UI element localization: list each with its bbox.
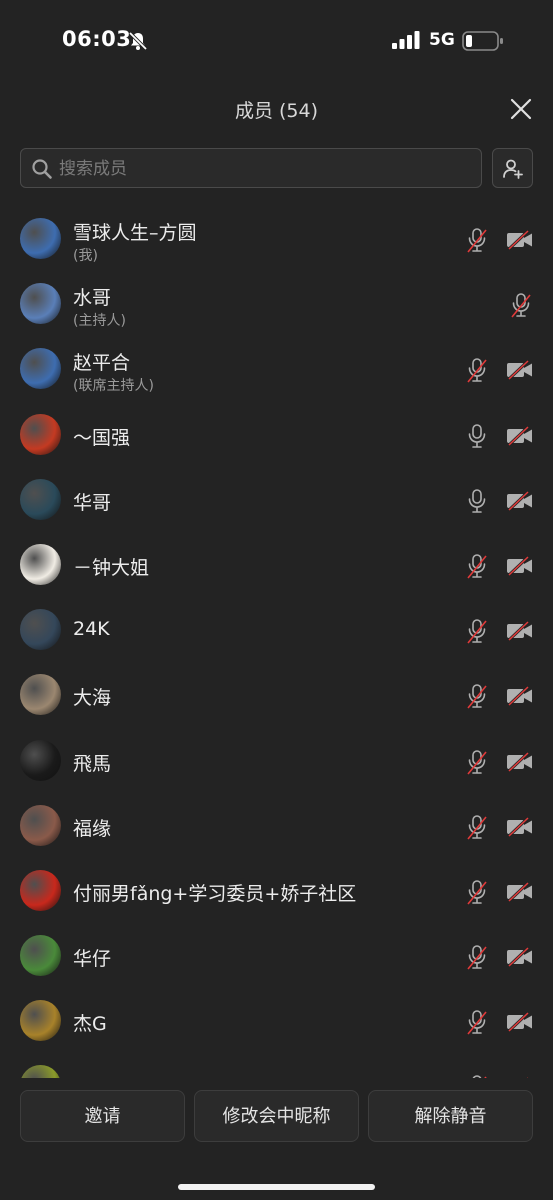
member-row[interactable]: 华哥 <box>0 467 553 532</box>
mic-muted-icon[interactable] <box>466 879 488 909</box>
mic-muted-icon[interactable] <box>466 683 488 713</box>
member-name: 24K <box>73 618 110 641</box>
mic-muted-icon[interactable] <box>466 618 488 648</box>
rename-button[interactable]: 修改会中昵称 <box>194 1090 359 1142</box>
member-name: 大海 <box>73 687 112 710</box>
camera-off-icon[interactable] <box>506 555 534 580</box>
member-role: (主持人) <box>73 313 126 330</box>
camera-off-icon[interactable] <box>506 686 534 710</box>
member-avatar <box>20 869 61 911</box>
home-indicator <box>178 1184 375 1190</box>
member-row[interactable]: 杰G <box>0 988 553 1053</box>
member-avatar <box>20 348 61 390</box>
camera-off-icon[interactable] <box>506 621 534 645</box>
clock: 06:03 <box>62 27 132 51</box>
mic-icon[interactable] <box>466 488 488 518</box>
member-name: 付丽男fǎng+学习委员+娇子社区 <box>73 882 357 905</box>
member-row[interactable]: 付丽男fǎng+学习委员+娇子社区 <box>0 858 553 923</box>
search-box <box>20 148 482 189</box>
camera-off-icon[interactable] <box>506 946 534 971</box>
close-button[interactable] <box>506 94 536 124</box>
member-name: 华哥 <box>73 491 112 514</box>
bell-muted-icon <box>128 31 148 55</box>
member-name: 福缘 <box>73 817 112 840</box>
close-icon <box>510 98 532 120</box>
member-row[interactable]: 赵平合 (联席主持人) <box>0 336 553 401</box>
member-role: (联席主持人) <box>73 378 154 395</box>
member-avatar <box>20 739 61 781</box>
add-user-icon <box>503 159 523 179</box>
member-avatar <box>20 413 61 455</box>
mic-icon[interactable] <box>466 423 488 453</box>
camera-off-icon[interactable] <box>506 1012 534 1036</box>
footer-actions: 邀请 修改会中昵称 解除静音 <box>0 1078 553 1200</box>
camera-off-icon[interactable] <box>506 816 534 841</box>
member-name: 飛馬 <box>73 752 112 775</box>
member-name: 水哥 <box>73 287 112 310</box>
status-bar: 06:03 5G <box>0 0 553 80</box>
mic-muted-icon[interactable] <box>466 814 488 844</box>
member-avatar <box>20 283 61 325</box>
member-name: 赵平合 <box>73 352 131 375</box>
member-avatar <box>20 1065 61 1078</box>
member-name: ～国强 <box>73 426 131 449</box>
mic-muted-icon[interactable] <box>466 553 488 583</box>
member-row[interactable]: 华仔 <box>0 923 553 988</box>
search-icon <box>32 159 52 179</box>
member-name: 杰G <box>73 1013 107 1036</box>
member-avatar <box>20 543 61 585</box>
battery-icon <box>462 30 504 56</box>
mic-muted-icon[interactable] <box>510 292 532 322</box>
camera-off-icon[interactable] <box>506 881 534 906</box>
member-avatar <box>20 804 61 846</box>
mic-muted-icon[interactable] <box>466 749 488 779</box>
member-name: 雪球人生–方圆 <box>73 222 197 244</box>
mic-muted-icon[interactable] <box>466 1009 488 1039</box>
member-row[interactable]: ～国强 <box>0 402 553 467</box>
mic-muted-icon[interactable] <box>466 227 488 257</box>
member-avatar <box>20 609 61 651</box>
member-avatar <box>20 674 61 716</box>
member-name: －钟大姐 <box>73 556 150 579</box>
member-row[interactable] <box>0 1053 553 1078</box>
unmute-button[interactable]: 解除静音 <box>368 1090 533 1142</box>
member-row[interactable]: 飛馬 <box>0 728 553 793</box>
members-header: 成员 (54) <box>0 84 553 134</box>
member-row[interactable]: －钟大姐 <box>0 532 553 597</box>
member-row[interactable]: 福缘 <box>0 793 553 858</box>
mic-muted-icon[interactable] <box>466 944 488 974</box>
mic-muted-icon[interactable] <box>466 357 488 387</box>
camera-off-icon[interactable] <box>506 360 534 384</box>
member-row[interactable]: 水哥 (主持人) <box>0 271 553 336</box>
add-member-button[interactable] <box>492 148 533 188</box>
member-avatar <box>20 1000 61 1042</box>
page-title: 成员 (54) <box>234 100 319 122</box>
member-avatar <box>20 935 61 977</box>
search-input[interactable] <box>57 149 471 189</box>
member-avatar <box>20 218 61 259</box>
member-row[interactable]: 大海 <box>0 662 553 727</box>
member-row[interactable]: 24K <box>0 597 553 662</box>
member-role: (我) <box>73 248 98 264</box>
member-name: 华仔 <box>73 948 112 971</box>
camera-off-icon[interactable] <box>506 751 534 776</box>
cellular-signal-icon <box>392 31 420 53</box>
member-avatar <box>20 478 61 520</box>
member-list[interactable]: 雪球人生–方圆 (我) 水哥 (主持人) 赵平合 (联席主持人) ～国强华哥 －钟大姐 24K 大… <box>0 206 553 1078</box>
camera-off-icon[interactable] <box>506 229 534 254</box>
invite-button[interactable]: 邀请 <box>20 1090 185 1142</box>
network-type: 5G <box>429 30 455 50</box>
member-row[interactable]: 雪球人生–方圆 (我) <box>0 206 553 271</box>
camera-off-icon[interactable] <box>506 490 534 515</box>
camera-off-icon[interactable] <box>506 425 534 450</box>
